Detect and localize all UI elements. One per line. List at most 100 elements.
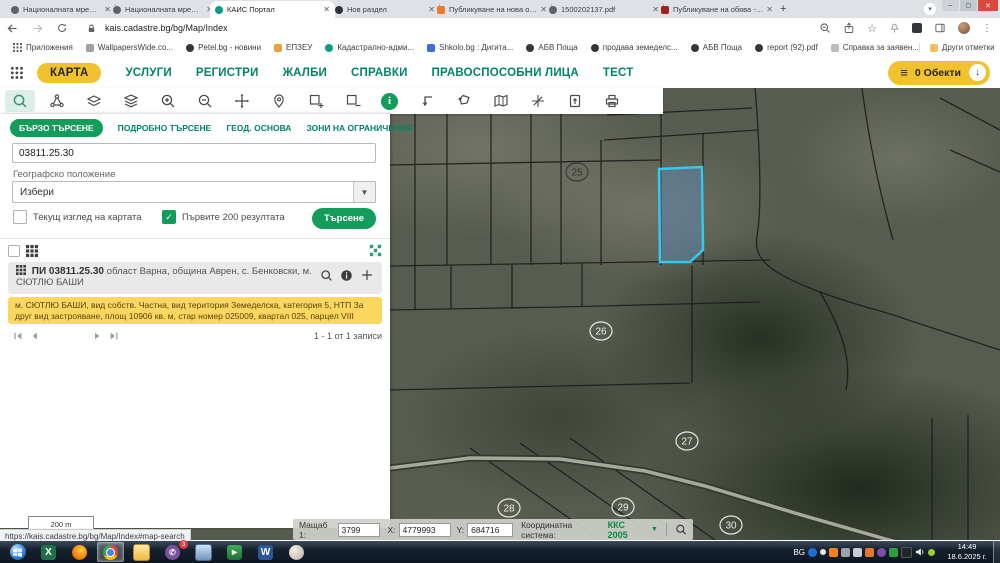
bookmark-item[interactable]: Кадастрално-адми...	[325, 43, 414, 52]
result-search-icon[interactable]	[320, 269, 333, 282]
search-input[interactable]	[12, 143, 376, 163]
new-tab-button[interactable]: +	[780, 3, 786, 15]
language-indicator[interactable]: BG	[793, 548, 805, 557]
basemap-tool-button[interactable]	[75, 89, 112, 113]
volume-icon[interactable]	[915, 547, 925, 557]
taskbar-explorer[interactable]	[128, 542, 155, 562]
tab-quick-search[interactable]: БЪРЗО ТЪРСЕНЕ	[10, 119, 103, 137]
result-add-icon[interactable]	[360, 268, 374, 282]
tab-detailed-search[interactable]: ПОДРОБНО ТЪРСЕНЕ	[118, 123, 212, 133]
share-icon[interactable]	[843, 22, 855, 34]
browser-tab[interactable]: 1500202137.pdf ✕	[544, 1, 664, 18]
select-area-remove-button[interactable]	[334, 89, 371, 113]
back-icon[interactable]	[6, 22, 19, 35]
other-bookmarks[interactable]: Други отметки	[919, 43, 995, 52]
y-coordinate-input[interactable]	[467, 523, 513, 537]
zoom-out-tool-button[interactable]	[186, 89, 223, 113]
minimize-button[interactable]: –	[942, 0, 959, 11]
result-row[interactable]: ПИ 03811.25.30 област Варна, община Авре…	[8, 262, 382, 294]
taskbar-computer[interactable]	[190, 542, 217, 562]
tab-close-icon[interactable]: ✕	[323, 5, 330, 14]
apps-shortcut[interactable]: Приложения	[13, 43, 73, 52]
nav-item-test[interactable]: ТЕСТ	[603, 67, 634, 79]
browser-tab[interactable]: Нов раздел ✕	[330, 1, 440, 18]
map-sheets-button[interactable]	[482, 89, 519, 113]
tray-icon[interactable]	[829, 548, 838, 557]
first-page-button[interactable]	[10, 328, 26, 344]
taskbar-media-app[interactable]: ▸	[221, 542, 248, 562]
bookmark-item[interactable]: report (92).pdf	[755, 43, 818, 52]
crs-value[interactable]: ККС 2005	[608, 520, 645, 540]
objects-counter-pill[interactable]: ≡ 0 Обекти ↓	[888, 61, 990, 85]
nav-item-uslugi[interactable]: УСЛУГИ	[125, 67, 171, 79]
bookmark-item[interactable]: АБВ Поща	[691, 43, 742, 52]
maximize-button[interactable]: ▢	[960, 0, 977, 11]
tray-icon[interactable]	[808, 548, 817, 557]
bookmark-item[interactable]: Petel.bg - новини	[186, 43, 261, 52]
start-button[interactable]	[4, 542, 31, 562]
tab-search-chevron-icon[interactable]: ▾	[924, 3, 936, 15]
result-info-icon[interactable]	[340, 269, 353, 282]
taskbar-clock[interactable]: 14:49 18.6.2025 г.	[941, 542, 993, 562]
checkbox-current-view[interactable]: Текущ изглед на картата	[13, 210, 141, 224]
selected-parcel-highlight[interactable]	[659, 167, 703, 262]
search-tool-button[interactable]	[5, 90, 35, 112]
pan-tool-button[interactable]	[223, 89, 260, 113]
adblock-icon[interactable]	[912, 23, 922, 33]
nav-item-karta[interactable]: КАРТА	[37, 63, 101, 83]
bookmark-item[interactable]: Справка за заявен...	[831, 43, 919, 52]
tray-icon[interactable]	[928, 549, 935, 556]
bookmark-star-icon[interactable]: ☆	[867, 22, 877, 35]
profile-avatar[interactable]	[958, 22, 970, 34]
grid-layer-icon[interactable]	[26, 245, 38, 257]
lock-icon[interactable]	[86, 23, 97, 34]
nav-item-registri[interactable]: РЕГИСТРИ	[196, 67, 259, 79]
tray-icon[interactable]	[877, 548, 886, 557]
extension-pin-icon[interactable]	[889, 23, 900, 34]
collapse-arrow-icon[interactable]: ↓	[969, 64, 986, 81]
coordinates-tool-button[interactable]	[519, 89, 556, 113]
search-button[interactable]: Търсене	[312, 208, 376, 229]
checkbox-checked[interactable]: ✓	[162, 210, 176, 224]
nav-item-zhalbi[interactable]: ЖАЛБИ	[283, 67, 327, 79]
browser-tab[interactable]: Публикуване на нова обява в ✕	[432, 1, 552, 18]
select-all-checkbox[interactable]	[8, 245, 20, 257]
nav-item-pravosposobni[interactable]: ПРАВОСПОСОБНИ ЛИЦА	[432, 67, 579, 79]
forward-icon[interactable]	[31, 22, 44, 35]
chevron-down-icon[interactable]: ▼	[353, 182, 375, 202]
bookmark-item[interactable]: Shkolo.bg : Дигита...	[427, 43, 513, 52]
tray-icon[interactable]	[889, 548, 898, 557]
url-text[interactable]: kais.cadastre.bg/bg/Map/Index	[105, 23, 228, 33]
browser-tab[interactable]: Националната мрежа за земед ✕	[6, 1, 116, 18]
taskbar-firefox[interactable]	[66, 542, 93, 562]
expand-results-icon[interactable]	[369, 244, 382, 257]
layers-tool-button[interactable]	[112, 89, 149, 113]
geo-select[interactable]: Избери ▼	[12, 181, 376, 203]
topology-tool-button[interactable]	[38, 89, 75, 113]
status-search-icon[interactable]	[675, 523, 687, 536]
taskbar-chrome-active[interactable]	[97, 542, 124, 562]
browser-tab[interactable]: Публикуване на обява - Прода ✕	[656, 1, 778, 18]
last-page-button[interactable]	[106, 328, 122, 344]
next-page-button[interactable]	[90, 328, 106, 344]
browser-tab[interactable]: Националната мрежа за земед ✕	[108, 1, 218, 18]
taskbar-excel[interactable]: X	[35, 542, 62, 562]
result-details[interactable]: м. СЮТЛЮ БАШИ, вид собств. Частна, вид т…	[8, 297, 382, 324]
x-coordinate-input[interactable]	[399, 523, 451, 537]
prev-page-button[interactable]	[26, 328, 42, 344]
show-desktop-button[interactable]	[993, 541, 1000, 563]
crs-chevron-icon[interactable]: ▼	[651, 526, 658, 533]
select-area-add-button[interactable]	[297, 89, 334, 113]
bookmark-item[interactable]: продава земеделс...	[591, 43, 678, 52]
tab-close-icon[interactable]: ✕	[766, 5, 773, 14]
taskbar-viber[interactable]: ✆3	[159, 542, 186, 562]
checkbox-unchecked[interactable]	[13, 210, 27, 224]
zoom-page-icon[interactable]	[819, 22, 831, 34]
taskbar-paint[interactable]	[283, 542, 310, 562]
bookmark-item[interactable]: WallpapersWide.co...	[86, 43, 173, 52]
tray-icon[interactable]	[865, 548, 874, 557]
nav-item-spravki[interactable]: СПРАВКИ	[351, 67, 408, 79]
tab-restriction-zones[interactable]: ЗОНИ НА ОГРАНИЧЕНИЯ	[306, 123, 412, 133]
tray-icon[interactable]	[820, 549, 826, 555]
browser-tab-active[interactable]: КАИС Портал ✕	[210, 1, 335, 18]
